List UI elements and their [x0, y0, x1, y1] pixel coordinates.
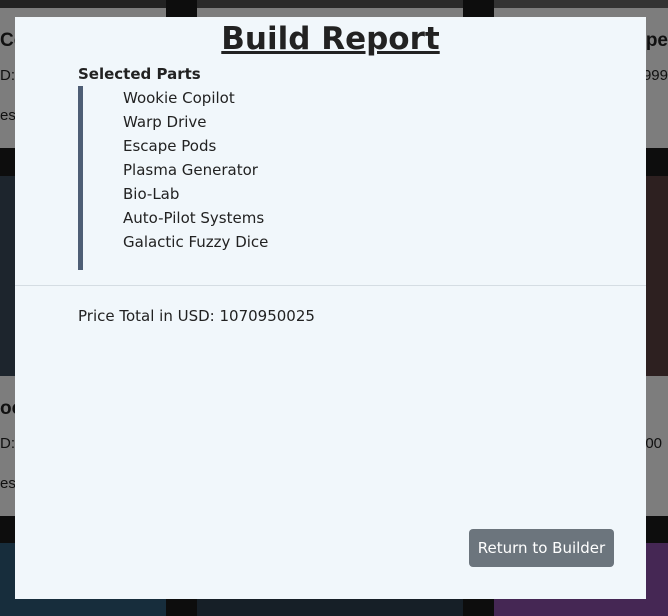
price-total-value: 1070950025 — [219, 307, 315, 325]
modal-title: Build Report — [221, 21, 440, 57]
part-item: Galactic Fuzzy Dice — [123, 233, 269, 251]
return-to-builder-button[interactable]: Return to Builder — [469, 529, 614, 567]
selected-parts-list: Wookie Copilot Warp Drive Escape Pods Pl… — [78, 86, 563, 270]
divider — [15, 285, 646, 286]
part-item: Auto-Pilot Systems — [123, 209, 265, 227]
price-total: Price Total in USD: 1070950025 — [78, 307, 315, 325]
selected-parts-heading: Selected Parts — [78, 65, 201, 83]
price-total-label: Price Total in USD: — [78, 307, 215, 325]
part-item: Bio-Lab — [123, 185, 180, 203]
part-item: Wookie Copilot — [123, 89, 235, 107]
part-item: Escape Pods — [123, 137, 217, 155]
part-item: Plasma Generator — [123, 161, 258, 179]
part-item: Warp Drive — [123, 113, 207, 131]
build-report-modal: Build Report Selected Parts Wookie Copil… — [15, 17, 646, 599]
